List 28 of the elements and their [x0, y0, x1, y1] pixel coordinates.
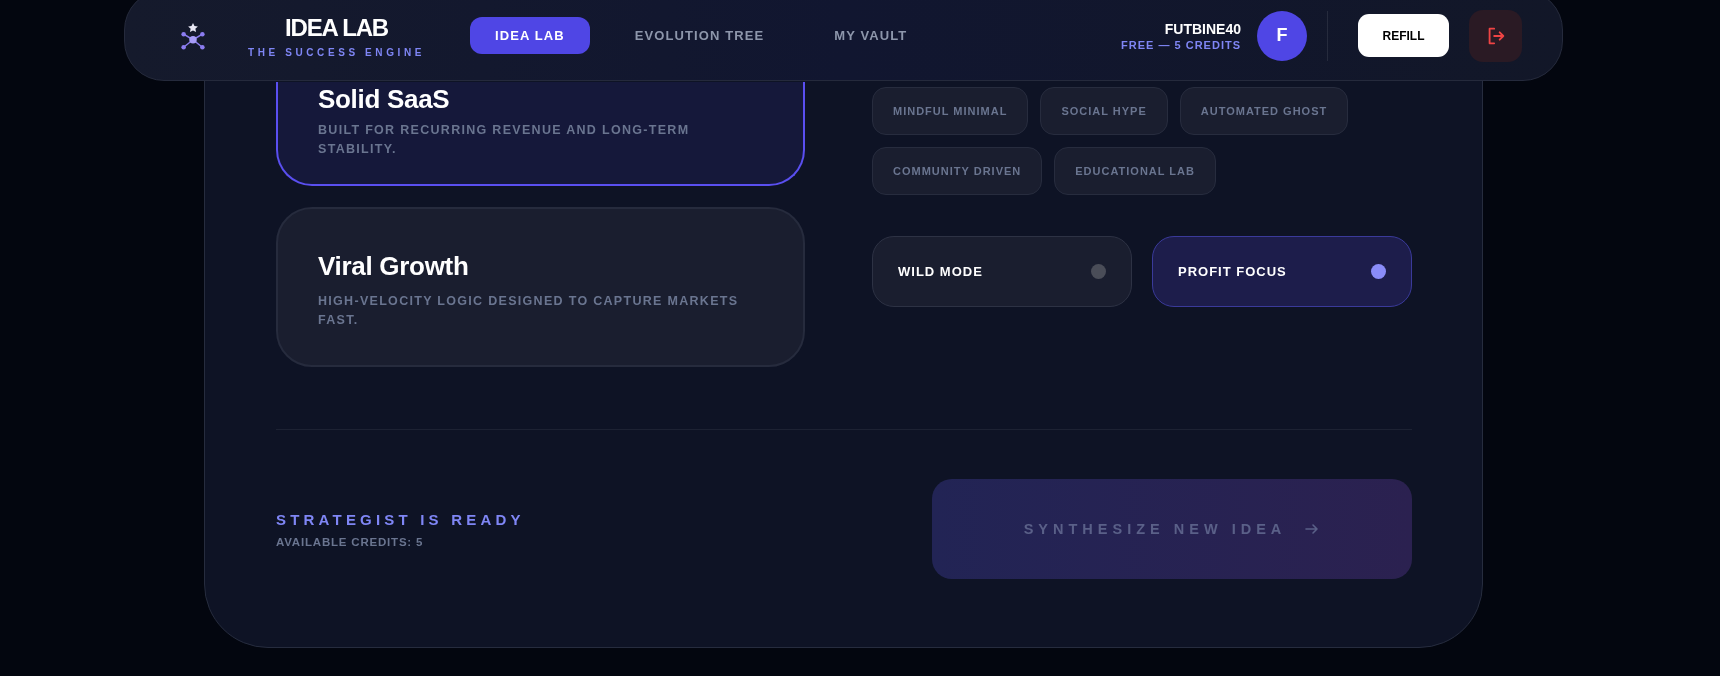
style-chip[interactable]: AUTOMATED GHOST — [1179, 87, 1349, 135]
status-dot — [1091, 264, 1106, 279]
toggle-button[interactable]: PROFIT FOCUS — [1152, 236, 1412, 307]
card-title: Solid SaaS — [318, 84, 451, 115]
status-text: STRATEGIST IS READY — [276, 510, 525, 528]
style-chip[interactable]: MINDFUL MINIMAL — [872, 87, 1029, 135]
username: FUTBINE40 — [1163, 20, 1241, 37]
plan-text: FREE — 5 CREDITS — [1121, 38, 1241, 51]
refill-button[interactable]: REFILL — [1358, 14, 1449, 57]
nav-tab[interactable]: EVOLUTION TREE — [609, 17, 790, 54]
card-description: BUILT FOR RECURRING REVENUE AND LONG-TERM STABILITY. — [318, 122, 691, 158]
arrow-icon — [1304, 521, 1321, 537]
style-chip[interactable]: COMMUNITY DRIVEN — [872, 147, 1043, 195]
card-description: HIGH-VELOCITY LOGIC DESIGNED TO CAPTURE MARKETS FAST. — [318, 293, 740, 329]
style-chip[interactable]: EDUCATIONAL LAB — [1054, 147, 1216, 195]
style-chip[interactable]: SOCIAL HYPE — [1040, 87, 1168, 135]
app-tagline: THE SUCCESS ENGINE — [248, 46, 426, 58]
card-title: Viral Growth — [318, 251, 470, 282]
credits-text: AVAILABLE CREDITS: 5 — [276, 535, 425, 548]
nav-tab[interactable]: IDEA LAB — [470, 17, 590, 54]
strategy-card[interactable]: Viral Growth HIGH-VELOCITY LOGIC DESIGNED TO CAPTURE MARKETS FAST. — [276, 207, 805, 367]
logout-button[interactable] — [1469, 9, 1522, 62]
avatar[interactable]: F — [1257, 10, 1307, 61]
app-title: IDEA LAB — [285, 13, 388, 42]
toggle-button[interactable]: WILD MODE — [872, 236, 1132, 307]
status-dot — [1371, 264, 1386, 279]
strategy-card[interactable]: Solid SaaS BUILT FOR RECURRING REVENUE AND LONG-TERM STABILITY. — [276, 82, 805, 186]
nav-tab[interactable]: MY VAULT — [809, 17, 933, 54]
